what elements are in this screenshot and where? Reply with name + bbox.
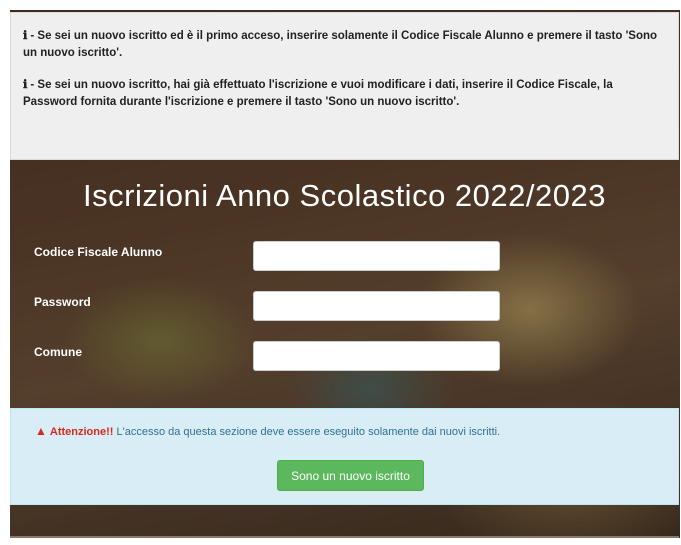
- info-text-1: - Se sei un nuovo iscritto ed è il primo…: [23, 30, 658, 59]
- divider: [10, 536, 679, 538]
- codice-fiscale-label: Codice Fiscale Alunno: [34, 245, 163, 259]
- info-icon: ℹ: [23, 28, 28, 42]
- password-label: Password: [34, 295, 91, 309]
- password-input[interactable]: [253, 291, 500, 321]
- alert-text: L'accesso da questa sezione deve essere …: [113, 426, 501, 438]
- info-panel: ℹ- Se sei un nuovo iscritto ed è il prim…: [10, 12, 679, 160]
- info-line-2: ℹ- Se sei un nuovo iscritto, hai già eff…: [23, 76, 666, 111]
- page-title: Iscrizioni Anno Scolastico 2022/2023: [83, 178, 606, 213]
- info-icon: ℹ: [23, 77, 28, 91]
- alert-panel: ▲ Attenzione!! L'accesso da questa sezion…: [10, 408, 679, 505]
- new-student-button[interactable]: Sono un nuovo iscritto: [277, 460, 424, 491]
- alert-strong: Attenzione!!: [49, 426, 114, 438]
- info-line-1: ℹ- Se sei un nuovo iscritto ed è il prim…: [23, 27, 666, 62]
- codice-fiscale-input[interactable]: [253, 241, 500, 271]
- alert-message: ▲ Attenzione!! L'accesso da questa sezion…: [35, 424, 500, 438]
- warning-icon: ▲: [35, 424, 47, 438]
- info-text-2: - Se sei un nuovo iscritto, hai già effe…: [23, 79, 613, 108]
- comune-input[interactable]: [253, 341, 500, 371]
- comune-label: Comune: [34, 345, 82, 359]
